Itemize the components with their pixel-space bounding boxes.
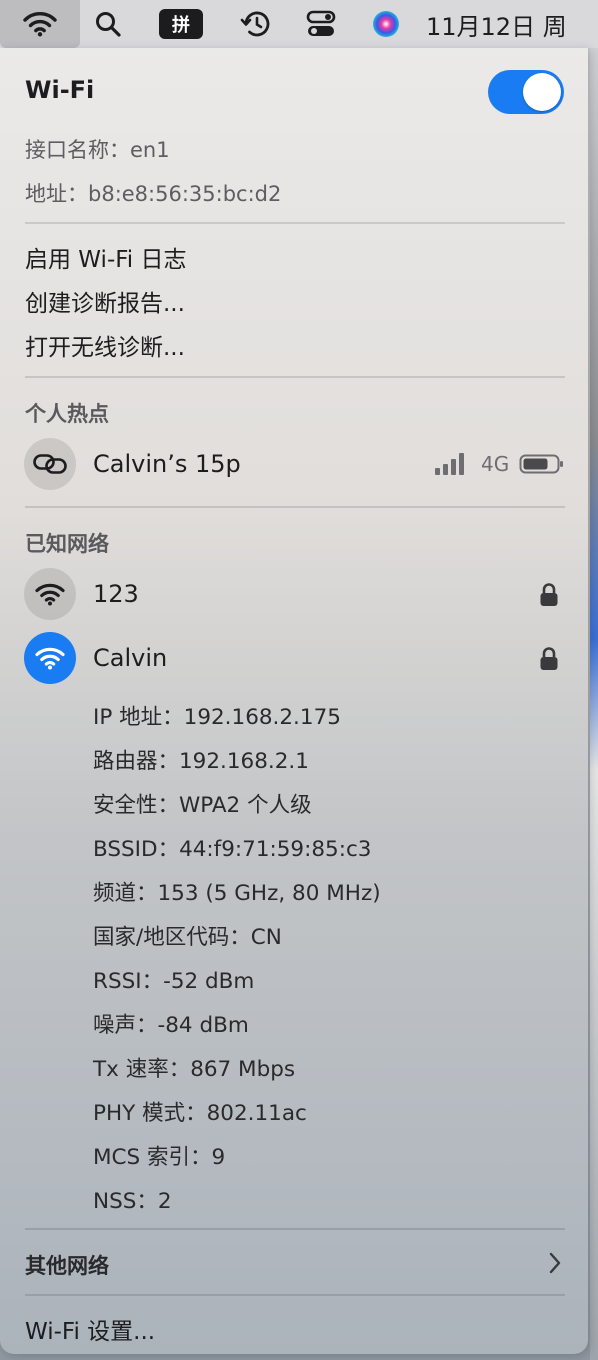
chevron-right-icon: [549, 1252, 561, 1274]
divider: [25, 376, 565, 378]
detail-phy-mode: PHY 模式：802.11ac: [93, 1101, 307, 1126]
network-row-calvin[interactable]: Calvin: [0, 630, 588, 686]
detail-rssi: RSSI：-52 dBm: [93, 969, 255, 994]
control-center-icon: [306, 10, 336, 36]
detail-tx-rate: Tx 速率：867 Mbps: [93, 1057, 296, 1082]
time-machine-icon: [240, 11, 270, 37]
lock-icon: [540, 647, 558, 670]
open-wireless-diagnostics-item[interactable]: 打开无线诊断...: [25, 328, 185, 362]
menu-bar: 拼 11月12日 周: [0, 0, 598, 48]
wifi-icon: [23, 12, 57, 37]
detail-ip-address: IP 地址：192.168.2.175: [93, 705, 341, 730]
detail-channel: 频道：153 (5 GHz, 80 MHz): [93, 881, 381, 906]
desktop-background: [590, 48, 598, 1360]
hotspot-link-icon: [33, 454, 67, 474]
detail-country-code: 国家/地区代码：CN: [93, 925, 282, 950]
create-diagnostic-report-item[interactable]: 创建诊断报告...: [25, 284, 185, 318]
menubar-clock[interactable]: 11月12日 周: [416, 0, 598, 48]
divider: [25, 1294, 565, 1296]
wifi-settings-item[interactable]: Wi-Fi 设置...: [25, 1312, 155, 1346]
search-icon: [96, 12, 121, 37]
detail-nss: NSS：2: [93, 1189, 172, 1214]
hotspot-icon-circle: [24, 438, 76, 490]
enable-wifi-log-item[interactable]: 启用 Wi-Fi 日志: [25, 240, 187, 274]
interface-name: 接口名称：en1: [25, 138, 170, 162]
lock-icon: [540, 583, 558, 606]
toggle-knob: [523, 73, 561, 111]
other-networks-row[interactable]: 其他网络: [0, 1238, 588, 1288]
hotspot-row[interactable]: Calvin’s 15p 4G: [0, 436, 588, 492]
mac-address: 地址：b8:e8:56:35:bc:d2: [25, 182, 282, 206]
hotspot-network-type: 4G: [481, 452, 510, 476]
network-name: 123: [93, 580, 139, 608]
signal-bars-icon: [435, 453, 464, 475]
menubar-time-machine[interactable]: [226, 0, 286, 48]
divider: [25, 506, 565, 508]
network-name: Calvin: [93, 644, 168, 672]
wifi-toggle[interactable]: [488, 70, 564, 114]
hotspot-name: Calvin’s 15p: [93, 450, 241, 478]
detail-router: 路由器：192.168.2.1: [93, 749, 309, 774]
network-row-123[interactable]: 123: [0, 566, 588, 622]
divider: [25, 222, 565, 224]
wifi-icon: [35, 647, 65, 670]
divider: [25, 1228, 565, 1230]
detail-security: 安全性：WPA2 个人级: [93, 793, 312, 818]
wifi-menu-panel: Wi-Fi 接口名称：en1 地址：b8:e8:56:35:bc:d2 启用 W…: [0, 48, 588, 1354]
detail-noise: 噪声：-84 dBm: [93, 1013, 249, 1038]
menubar-control-center[interactable]: [286, 0, 356, 48]
menubar-siri[interactable]: [356, 0, 416, 48]
hotspot-section-label: 个人热点: [25, 402, 109, 426]
siri-icon: [373, 11, 399, 37]
menubar-search-button[interactable]: [80, 0, 136, 48]
wifi-icon: [35, 583, 65, 606]
input-method-badge: 拼: [159, 9, 203, 39]
menubar-wifi-button[interactable]: [0, 0, 80, 48]
known-networks-section-label: 已知网络: [25, 532, 109, 556]
battery-icon: [519, 454, 563, 474]
other-networks-label: 其他网络: [25, 1254, 109, 1278]
panel-title: Wi-Fi: [25, 76, 95, 104]
network-icon-circle-connected: [24, 632, 76, 684]
detail-bssid: BSSID：44:f9:71:59:85:c3: [93, 837, 372, 862]
menubar-input-method[interactable]: 拼: [136, 0, 226, 48]
detail-mcs-index: MCS 索引：9: [93, 1145, 226, 1170]
network-icon-circle: [24, 568, 76, 620]
